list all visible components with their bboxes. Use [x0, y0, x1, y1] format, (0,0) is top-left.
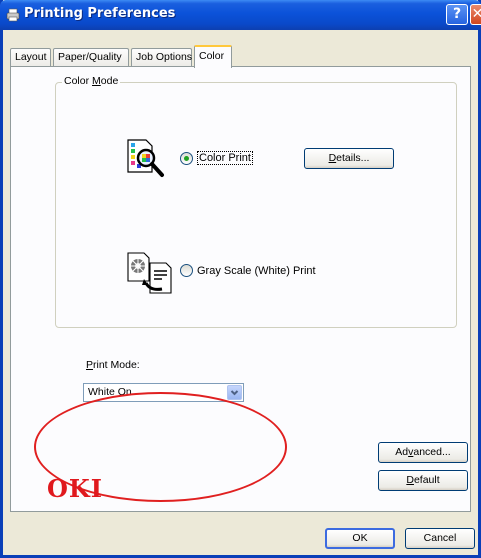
grayscale-print-radio[interactable]: [180, 264, 193, 277]
print-mode-label: Print Mode:: [86, 359, 140, 371]
title-bar[interactable]: Printing Preferences ? ✕: [0, 0, 481, 30]
color-mode-group-label: Color Mode: [62, 75, 121, 87]
color-print-label: Color Print: [197, 151, 253, 165]
grayscale-print-label: Gray Scale (White) Print: [197, 264, 316, 277]
oki-logo: OKI: [47, 474, 103, 503]
color-mode-group: Color Mode Color Print Details... Gray S…: [55, 75, 457, 328]
tab-paper-quality[interactable]: Paper/Quality: [53, 48, 129, 67]
help-button[interactable]: ?: [446, 4, 468, 25]
window-title: Printing Preferences: [24, 6, 176, 21]
tab-layout[interactable]: Layout: [10, 48, 51, 67]
color-document-magnifier-icon: [127, 139, 164, 177]
tab-color[interactable]: Color: [194, 45, 232, 68]
printing-preferences-window: Printing Preferences ? ✕ Layout Paper/Qu…: [0, 0, 481, 558]
grayscale-document-icon: [127, 252, 172, 294]
color-print-option[interactable]: Color Print: [180, 151, 253, 165]
close-icon: ✕: [472, 6, 481, 22]
default-button[interactable]: Default: [378, 470, 468, 491]
ok-button[interactable]: OK: [325, 528, 395, 549]
color-print-radio[interactable]: [180, 151, 193, 165]
advanced-button[interactable]: Advanced...: [378, 442, 468, 463]
color-tab-panel: Color Mode Color Print Details... Gray S…: [10, 66, 471, 512]
chevron-down-icon[interactable]: [227, 385, 242, 400]
grayscale-print-option[interactable]: Gray Scale (White) Print: [180, 264, 316, 277]
printer-icon: [6, 8, 20, 22]
cancel-button[interactable]: Cancel: [405, 528, 475, 549]
close-button[interactable]: ✕: [470, 4, 481, 25]
tab-job-options[interactable]: Job Options: [131, 48, 192, 67]
details-button[interactable]: Details...: [304, 148, 394, 169]
